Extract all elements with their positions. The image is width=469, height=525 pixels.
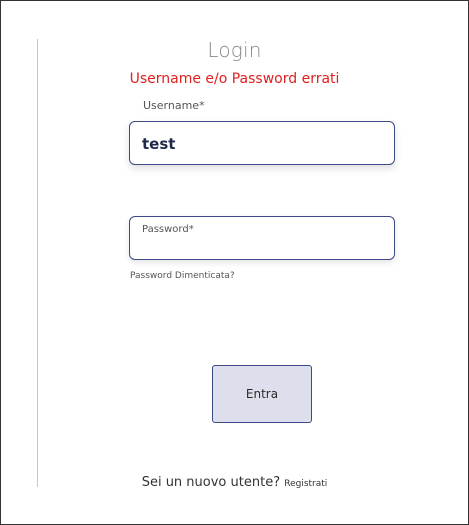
new-user-prompt: Sei un nuovo utente? Registrati bbox=[1, 475, 468, 490]
new-user-text: Sei un nuovo utente? bbox=[141, 475, 281, 490]
login-panel: Login Username e/o Password errati Usern… bbox=[0, 0, 469, 525]
forgot-password-link[interactable]: Password Dimenticata? bbox=[130, 271, 235, 281]
password-field[interactable]: Password* bbox=[129, 216, 395, 260]
error-message: Username e/o Password errati bbox=[129, 71, 340, 87]
login-button[interactable]: Entra bbox=[212, 365, 312, 423]
vertical-divider bbox=[37, 39, 38, 487]
username-field[interactable]: test bbox=[129, 121, 395, 165]
register-link[interactable]: Registrati bbox=[284, 479, 327, 489]
login-button-label: Entra bbox=[245, 387, 279, 401]
password-placeholder: Password* bbox=[142, 224, 194, 235]
username-value: test bbox=[142, 135, 176, 153]
username-label: Username* bbox=[143, 99, 205, 112]
page-title: Login bbox=[207, 38, 262, 62]
